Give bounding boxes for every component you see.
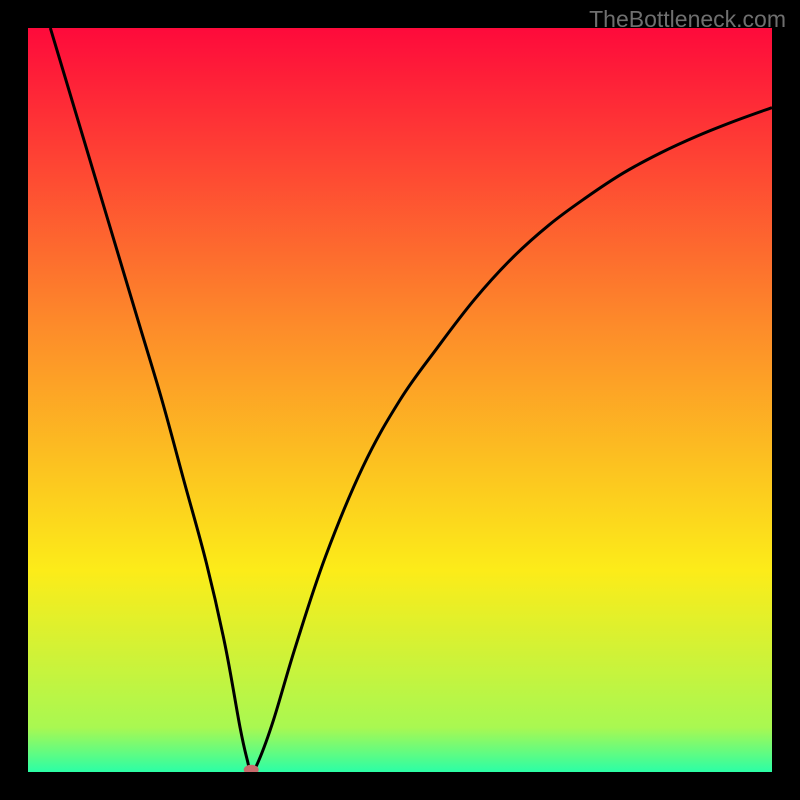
- watermark-text: TheBottleneck.com: [589, 6, 786, 33]
- chart-svg: [28, 28, 772, 772]
- chart-frame: [28, 28, 772, 772]
